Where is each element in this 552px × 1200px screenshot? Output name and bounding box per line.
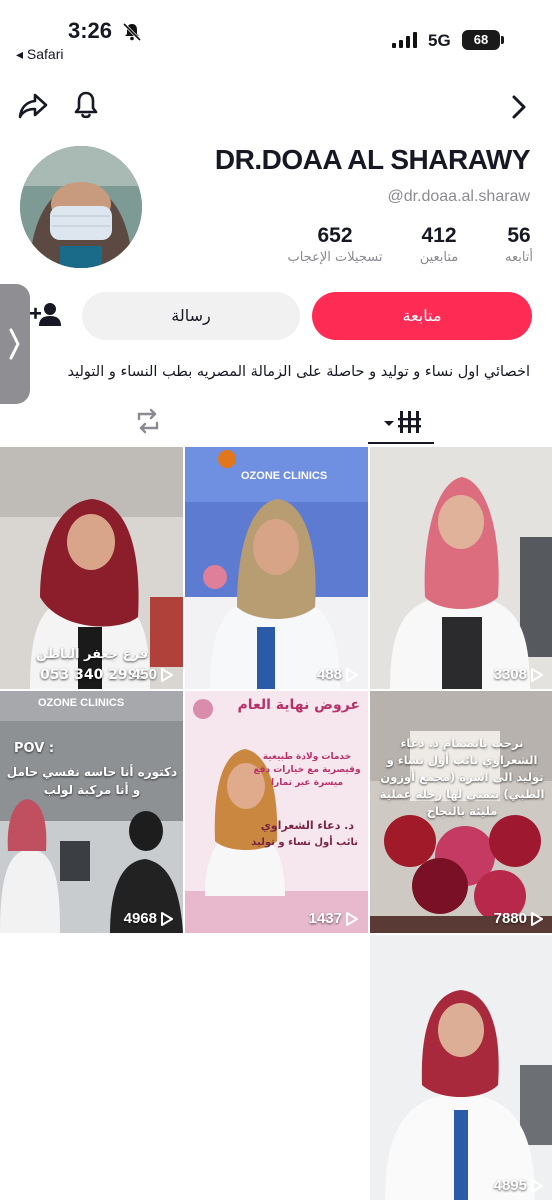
bell-muted-icon [122, 22, 142, 42]
video-thumbnail [185, 691, 368, 933]
following-label: أتابعه [504, 250, 534, 265]
video-tile[interactable]: 3308 [370, 447, 552, 689]
battery-icon: 68 [462, 30, 504, 50]
video-caption-branch: فرع جعفر الباطن [36, 647, 149, 662]
video-caption-text: نرحب بانضمام د. دعاء الشعراوي نائب أول ن… [379, 736, 545, 818]
follow-button[interactable]: متابعة [312, 292, 532, 340]
video-caption-pov: POV : [14, 741, 55, 756]
view-count: 1437 [309, 910, 358, 927]
play-icon [161, 911, 173, 926]
video-caption-title: عروض نهاية العام [237, 697, 360, 713]
followers-count: 412 [421, 224, 457, 247]
video-tile[interactable]: نرحب بانضمام د. دعاء الشعراوي نائب أول ن… [370, 691, 552, 933]
video-caption-text: دكتوره أنا حاسه نفسي حامل و أنا مركبة لو… [6, 765, 178, 797]
view-count: 488 [317, 666, 358, 683]
play-icon [531, 911, 543, 926]
video-tile[interactable]: OZONE CLINICS POV : دكتوره أنا حاسه نفسي… [0, 691, 183, 933]
video-caption-name: د. دعاء الشعراوي [260, 819, 354, 832]
view-count-text: 7880 [493, 910, 527, 927]
side-panel-handle[interactable] [0, 284, 30, 404]
stat-likes: 652 تسجيلات الإعجاب [282, 224, 388, 265]
video-tile[interactable]: 4895 [370, 935, 552, 1200]
video-caption-role: نائب أول نساء و توليد [251, 837, 358, 848]
share-icon[interactable] [18, 92, 48, 120]
likes-count: 652 [317, 224, 353, 247]
view-count: 3308 [494, 666, 543, 683]
likes-label: تسجيلات الإعجاب [287, 250, 383, 265]
notification-bell-icon[interactable] [72, 90, 100, 120]
view-count-text: 488 [316, 666, 342, 683]
view-count-text: 1437 [308, 910, 342, 927]
add-friend-icon[interactable] [28, 300, 64, 330]
view-count-text: 450 [131, 666, 157, 683]
view-count: 4968 [124, 910, 173, 927]
chevron-right-icon[interactable] [508, 94, 530, 120]
back-to-safari-link[interactable]: ◂ Safari [16, 46, 64, 63]
video-thumbnail [370, 935, 552, 1200]
view-count-text: 4968 [123, 910, 157, 927]
repost-tab-icon[interactable] [134, 408, 162, 434]
signal-icon [392, 32, 417, 48]
clinic-brand: OZONE CLINICS [241, 470, 328, 482]
play-icon [531, 667, 543, 682]
video-tile[interactable]: فرع جعفر الباطن 053 340 2999 450 [0, 447, 183, 689]
chevron-right-icon [9, 328, 20, 360]
clinic-brand: OZONE CLINICS [38, 697, 125, 709]
stat-followers[interactable]: 412 متابعين [404, 224, 474, 265]
view-count: 7880 [494, 910, 543, 927]
view-count: 450 [132, 666, 173, 683]
status-bar: 3:26 ◂ Safari 5G 68 [0, 0, 552, 72]
play-icon [531, 1178, 543, 1193]
video-thumbnail [185, 447, 368, 689]
network-type: 5G [428, 31, 451, 50]
view-count: 4895 [494, 1177, 543, 1194]
message-button[interactable]: رسالة [82, 292, 300, 340]
view-count-text: 3308 [493, 666, 527, 683]
videos-grid-icon [384, 411, 421, 433]
video-thumbnail [0, 691, 183, 933]
video-tile[interactable]: OZONE CLINICS 488 [185, 447, 368, 689]
play-icon [346, 911, 358, 926]
profile-display-name: DR.DOAA AL SHARAWY [214, 144, 531, 175]
video-thumbnail [370, 447, 552, 689]
profile-avatar[interactable] [20, 146, 142, 268]
video-tile[interactable]: عروض نهاية العام خدمات ولادة طبيعية وقيص… [185, 691, 368, 933]
stat-following[interactable]: 56 أتابعه [492, 224, 546, 265]
play-icon [161, 667, 173, 682]
status-time: 3:26 [68, 18, 113, 43]
play-icon [346, 667, 358, 682]
followers-label: متابعين [419, 250, 459, 265]
videos-tab[interactable] [368, 404, 434, 444]
following-count: 56 [507, 224, 531, 247]
profile-bio: اخصائي اول نساء و توليد و حاصلة على الزم… [67, 364, 530, 380]
view-count-text: 4895 [493, 1177, 527, 1194]
profile-handle: @dr.doaa.al.sharaw [387, 188, 530, 205]
video-caption-sub: خدمات ولادة طبيعية وقيصرية مع خيارات دفع… [253, 752, 361, 788]
